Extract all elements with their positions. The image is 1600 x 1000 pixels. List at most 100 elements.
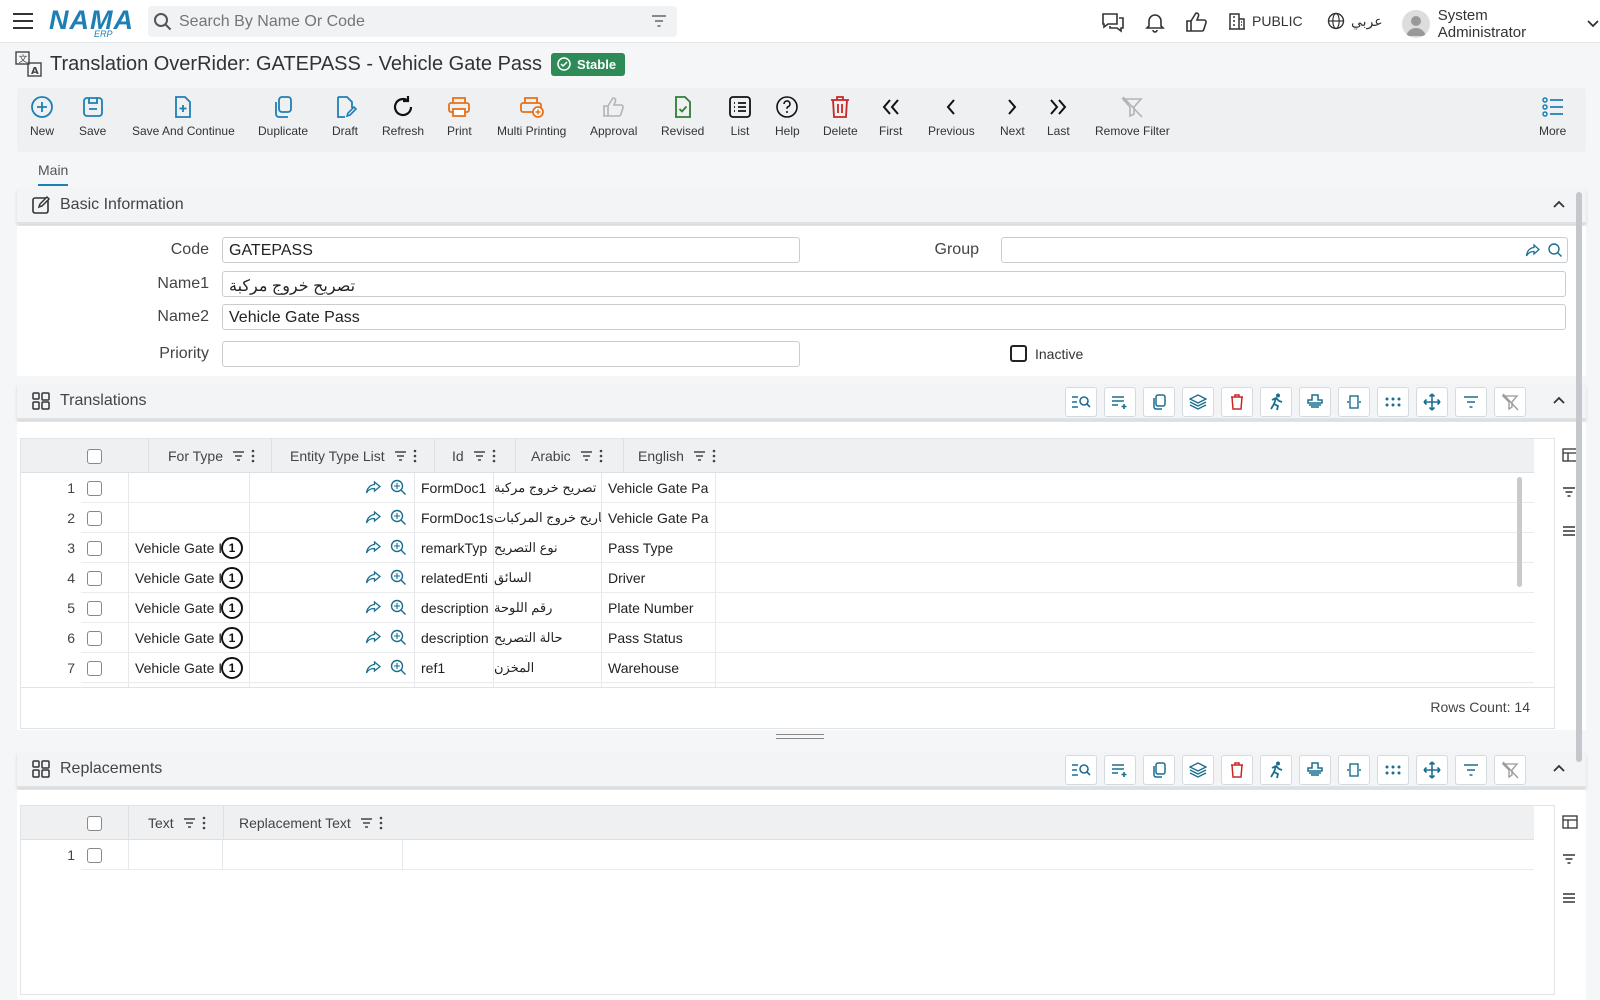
cell-id[interactable]: FormDoc1s — [415, 503, 494, 533]
add-row-icon[interactable] — [1104, 387, 1136, 417]
name2-field[interactable]: Vehicle Gate Pass — [222, 304, 1566, 330]
count-badge[interactable]: 1 — [221, 537, 243, 559]
cell-arabic[interactable]: حالة التصريح — [494, 623, 602, 653]
row-checkbox[interactable] — [87, 481, 102, 496]
add-row-icon[interactable] — [1104, 755, 1136, 785]
cell-text[interactable] — [128, 840, 223, 870]
cell-english[interactable]: Plate Number — [602, 593, 716, 623]
list-button[interactable]: List — [728, 94, 752, 138]
grid-filter-icon[interactable] — [1455, 387, 1487, 417]
column-header-for-type[interactable]: For Type — [148, 439, 270, 473]
lookup-icon[interactable] — [389, 508, 407, 526]
tab-main[interactable]: Main — [38, 162, 69, 186]
multi-printing-button[interactable]: Multi Printing — [497, 94, 566, 138]
grid-remove-filter-icon[interactable] — [1494, 387, 1526, 417]
cell-id[interactable]: remarkTyp — [415, 533, 494, 563]
code-field[interactable]: GATEPASS — [222, 237, 800, 263]
inactive-checkbox[interactable]: Inactive — [1010, 345, 1083, 362]
cell-arabic[interactable]: السائق — [494, 563, 602, 593]
refresh-button[interactable]: Refresh — [382, 94, 424, 138]
side-menu-icon[interactable] — [1562, 525, 1576, 537]
cell-replacement-text[interactable] — [223, 840, 403, 870]
cell-entity-type-list[interactable] — [250, 563, 415, 593]
lookup-icon[interactable] — [389, 538, 407, 556]
cell-arabic[interactable]: المخزن — [494, 653, 602, 683]
table-row[interactable]: 2FormDoc1sتصاريح خروج المركباتVehicle Ga… — [21, 503, 1534, 533]
cell-id[interactable]: relatedEnti — [415, 563, 494, 593]
priority-field[interactable] — [222, 341, 800, 367]
lookup-icon[interactable] — [389, 628, 407, 646]
row-checkbox[interactable] — [87, 541, 102, 556]
count-badge[interactable]: 1 — [221, 627, 243, 649]
search-input[interactable] — [179, 12, 639, 31]
table-row[interactable]: 7 Vehicle Gate Iref1 المخزن Warehouse 1 — [21, 653, 1534, 683]
resize-handle[interactable] — [776, 734, 824, 739]
share-icon[interactable] — [365, 539, 382, 555]
help-button[interactable]: Help — [775, 94, 800, 138]
column-header-text[interactable]: Text — [128, 806, 223, 840]
delete-button[interactable]: Delete — [823, 94, 858, 138]
count-badge[interactable]: 1 — [221, 597, 243, 619]
table-row[interactable]: 6 Vehicle Gate Idescription حالة التصريح Pa… — [21, 623, 1534, 653]
table-row[interactable]: 4 Vehicle Gate IrelatedEnti السائق Driver 1 — [21, 563, 1534, 593]
table-row[interactable]: 5 Vehicle Gate Idescription رقم اللوحة Plat… — [21, 593, 1534, 623]
cell-english[interactable]: Vehicle Gate Pa — [602, 503, 716, 533]
move-icon[interactable] — [1416, 755, 1448, 785]
table-row[interactable]: 3 Vehicle Gate IremarkTyp نوع التصريح Pass … — [21, 533, 1534, 563]
page-scrollbar[interactable] — [1576, 192, 1582, 762]
table-row[interactable]: 1 — [21, 840, 1534, 870]
company-selector[interactable]: PUBLIC — [1228, 12, 1303, 30]
cell-english[interactable]: Vehicle Gate Pa — [602, 473, 716, 503]
row-checkbox[interactable] — [87, 848, 102, 863]
move-icon[interactable] — [1416, 387, 1448, 417]
run-icon[interactable] — [1260, 387, 1292, 417]
share-icon[interactable] — [365, 599, 382, 615]
group-field[interactable] — [1001, 237, 1568, 263]
row-checkbox[interactable] — [87, 631, 102, 646]
cell-arabic[interactable]: تصاريح خروج المركبات — [494, 503, 602, 533]
share-icon[interactable] — [365, 509, 382, 525]
cell-for-type[interactable] — [128, 503, 250, 533]
grid-search-icon[interactable] — [1065, 387, 1097, 417]
layers-icon[interactable] — [1182, 755, 1214, 785]
row-checkbox[interactable] — [87, 571, 102, 586]
delete-rows-icon[interactable] — [1221, 387, 1253, 417]
fit-columns-icon[interactable] — [1338, 387, 1370, 417]
lookup-icon[interactable] — [389, 568, 407, 586]
cell-id[interactable]: FormDoc1 — [415, 473, 494, 503]
row-checkbox[interactable] — [87, 511, 102, 526]
delete-rows-icon[interactable] — [1221, 755, 1253, 785]
cell-id[interactable]: description — [415, 623, 494, 653]
side-filter-icon[interactable] — [1562, 486, 1576, 498]
filter-icon[interactable] — [651, 14, 667, 28]
new-button[interactable]: New — [30, 94, 54, 138]
dots-grid-icon[interactable] — [1377, 755, 1409, 785]
print-button[interactable]: Print — [447, 94, 472, 138]
share-icon[interactable] — [365, 569, 382, 585]
stamp-icon[interactable] — [1299, 387, 1331, 417]
cell-entity-type-list[interactable] — [250, 593, 415, 623]
revised-button[interactable]: Revised — [661, 94, 704, 138]
column-header-english[interactable]: English — [623, 439, 735, 473]
replacements-header[interactable]: Replacements — [17, 752, 1586, 788]
basic-information-header[interactable]: Basic Information — [17, 188, 1586, 224]
layers-icon[interactable] — [1182, 387, 1214, 417]
cell-entity-type-list[interactable] — [250, 623, 415, 653]
share-icon[interactable] — [365, 629, 382, 645]
column-header-id[interactable]: Id — [434, 439, 514, 473]
run-icon[interactable] — [1260, 755, 1292, 785]
more-button[interactable]: More — [1539, 94, 1566, 138]
translations-header[interactable]: Translations — [17, 384, 1586, 420]
name1-field[interactable]: تصريح خروج مركبة — [222, 271, 1566, 297]
cell-english[interactable]: Pass Type — [602, 533, 716, 563]
cell-english[interactable]: Warehouse — [602, 653, 716, 683]
dots-grid-icon[interactable] — [1377, 387, 1409, 417]
cell-entity-type-list[interactable] — [250, 473, 415, 503]
lookup-icon[interactable] — [389, 658, 407, 676]
language-switcher[interactable]: عربي — [1327, 12, 1383, 30]
column-header-arabic[interactable]: Arabic — [515, 439, 622, 473]
side-menu-icon[interactable] — [1562, 892, 1576, 904]
grid-search-icon[interactable] — [1065, 755, 1097, 785]
cell-id[interactable]: description — [415, 593, 494, 623]
save-button[interactable]: Save — [79, 94, 106, 138]
